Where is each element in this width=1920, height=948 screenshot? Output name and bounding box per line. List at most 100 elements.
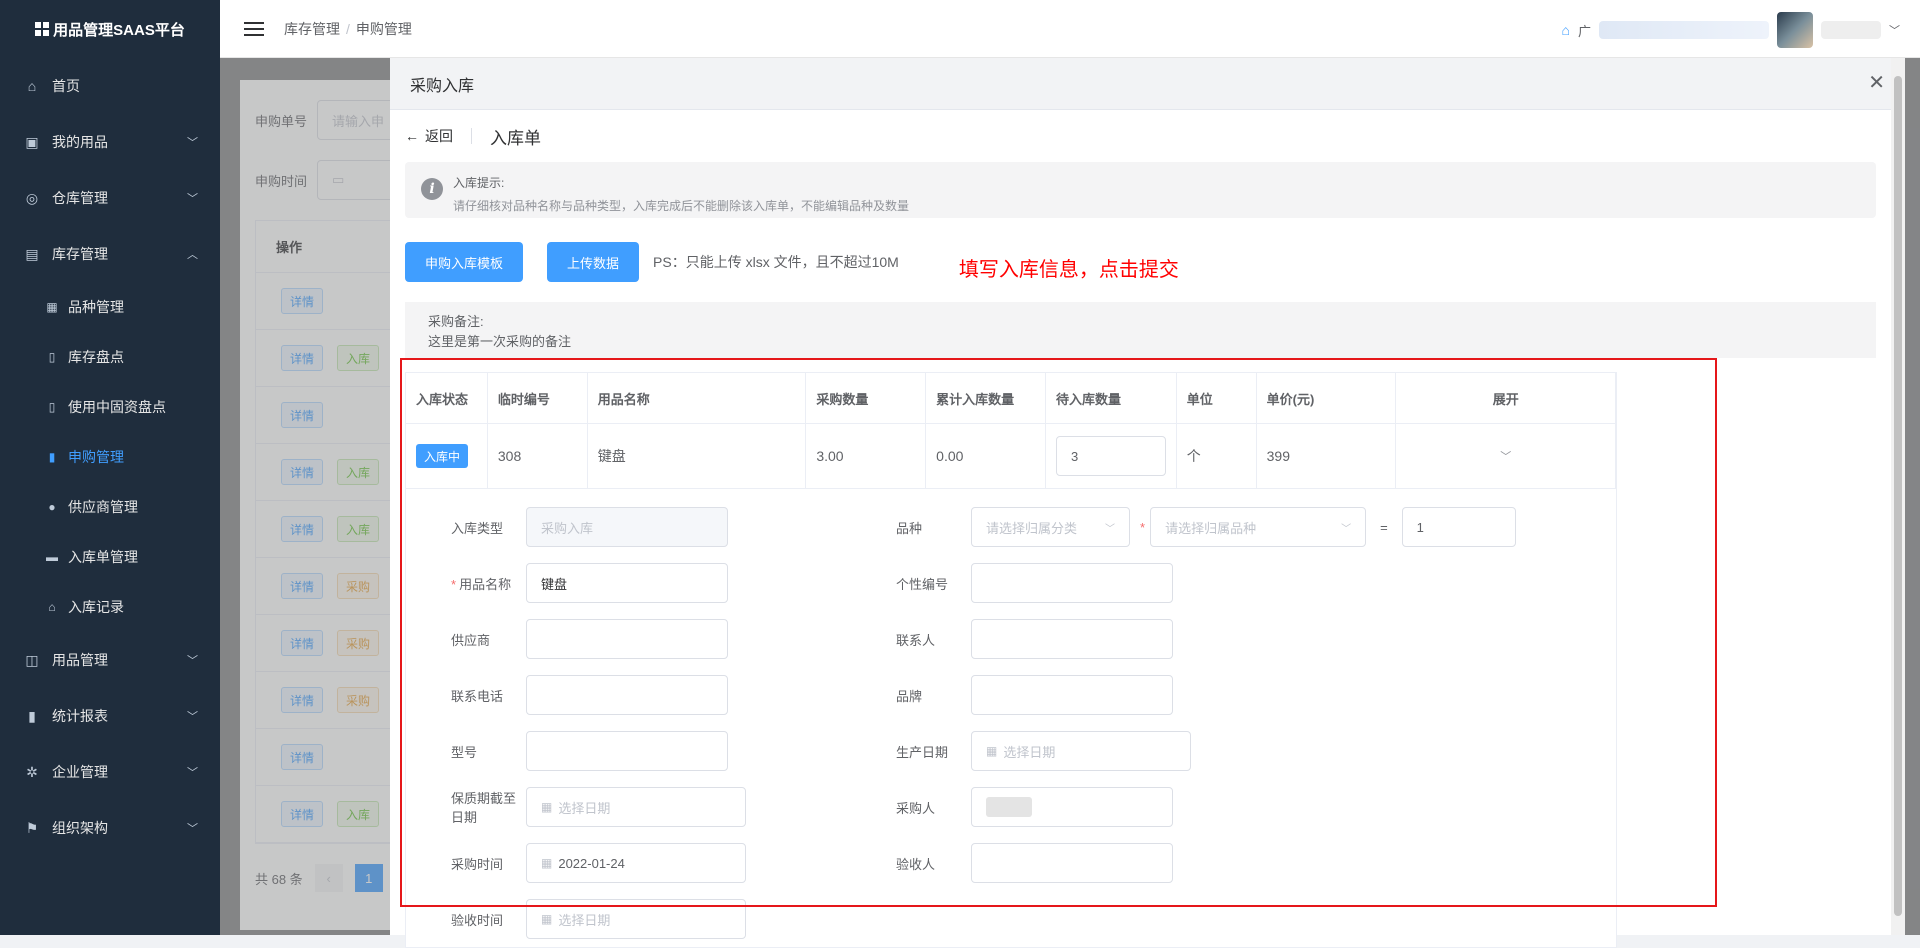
chevron-down-icon[interactable]: ﹀ — [1889, 22, 1900, 38]
sidebar-item-receipt[interactable]: ▬ 入库单管理 — [0, 532, 220, 582]
sidebar-item-label: 企业管理 — [52, 764, 108, 780]
page-button[interactable]: 1 — [354, 864, 383, 892]
sidebar-item-asset-check[interactable]: ▯ 使用中固资盘点 — [0, 382, 220, 432]
page-header: ← 返回 入库单 — [405, 110, 1890, 162]
form-label: 验收时间 — [451, 912, 504, 928]
breadcrumb-item-current: 申购管理 — [355, 20, 412, 37]
breadcrumb-item[interactable]: 库存管理 — [284, 21, 340, 37]
detail-button[interactable]: 详情 — [281, 630, 324, 656]
detail-button[interactable]: 详情 — [281, 744, 324, 770]
stock-in-button[interactable]: 入库 — [337, 345, 380, 371]
stockin-alert: i 入库提示: 请仔细核对品种名称与品种类型，入库完成后不能删除该入库单，不能编… — [405, 162, 1876, 218]
grid-icon — [35, 22, 50, 36]
sidebar-item-stocktake[interactable]: ▯ 库存盘点 — [0, 332, 220, 382]
inbox-icon: ◫ — [25, 651, 39, 668]
home-icon: ⌂ — [48, 600, 56, 614]
database-icon: ◎ — [25, 189, 39, 206]
detail-button[interactable]: 详情 — [281, 288, 324, 314]
upload-hint: PS：只能上传 xlsx 文件，且不超过10M — [653, 254, 899, 270]
user-icon: ● — [48, 500, 56, 514]
drawer-scrollbar[interactable] — [1891, 58, 1905, 935]
detail-button[interactable]: 详情 — [281, 345, 324, 371]
annotation-highlight-box — [400, 358, 1717, 907]
scrollbar-thumb[interactable] — [1894, 76, 1902, 916]
detail-button[interactable]: 详情 — [281, 459, 324, 485]
hamburger-icon[interactable] — [244, 18, 264, 40]
back-button[interactable]: ← 返回 — [405, 126, 453, 146]
avatar[interactable] — [1777, 12, 1813, 48]
blurred-company-text — [1599, 21, 1769, 39]
inventory-submenu: ▦ 品种管理 ▯ 库存盘点 ▯ 使用中固资盘点 ▮ 申购管理 ● 供应商管理 ▬ 入库单管理… — [0, 282, 220, 632]
sidebar-item-warehouse[interactable]: ◎ 仓库管理 ﹀ — [0, 170, 220, 226]
monitor-icon: ▬ — [46, 550, 58, 564]
breadcrumb-separator: / — [346, 20, 350, 37]
sidebar-item-my-items[interactable]: ▣ 我的用品 ﹀ — [0, 114, 220, 170]
page-title: 入库单 — [490, 128, 541, 148]
purchase-button[interactable]: 采购 — [337, 630, 380, 656]
sidebar-item-inventory[interactable]: ▤ 库存管理 ︿ — [0, 226, 220, 282]
sidebar-item-purchase[interactable]: ▮ 申购管理 — [0, 432, 220, 482]
date-range-input[interactable]: ▭ — [317, 160, 398, 200]
chevron-up-icon: ︿ — [187, 249, 198, 261]
detail-button[interactable]: 详情 — [281, 687, 324, 713]
sidebar-item-label: 组织架构 — [52, 820, 108, 836]
sidebar-item-variety[interactable]: ▦ 品种管理 — [0, 282, 220, 332]
alert-text: 请仔细核对品种名称与品种类型，入库完成后不能删除该入库单，不能编辑品种及数量 — [453, 199, 910, 213]
header-user-area: ⌂ 广 ﹀ — [1562, 12, 1900, 48]
sidebar-item-items[interactable]: ◫ 用品管理 ﹀ — [0, 632, 220, 688]
annotation-text: 填写入库信息，点击提交 — [958, 258, 1179, 281]
sidebar-item-label: 首页 — [52, 78, 80, 94]
sidebar-item-label: 入库单管理 — [68, 549, 138, 565]
sidebar-item-records[interactable]: ⌂ 入库记录 — [0, 582, 220, 632]
order-search-input[interactable]: 请输入申 — [317, 100, 398, 140]
purchase-button[interactable]: 采购 — [337, 687, 380, 713]
home-icon[interactable]: ⌂ — [1562, 22, 1570, 38]
sidebar-item-supplier[interactable]: ● 供应商管理 — [0, 482, 220, 532]
sidebar-item-label: 入库记录 — [68, 599, 124, 615]
info-icon: i — [421, 178, 443, 200]
sidebar-item-home[interactable]: ⌂ 首页 — [0, 58, 220, 114]
detail-button[interactable]: 详情 — [281, 801, 324, 827]
stock-in-button[interactable]: 入库 — [337, 516, 380, 542]
drawer-body: ← 返回 入库单 i 入库提示: 请仔细核对品种名称与品种类型，入库完成后不能删除… — [390, 110, 1905, 358]
sidebar-item-label: 使用中固资盘点 — [68, 399, 166, 415]
filter-label: 申购单号 — [255, 113, 308, 129]
sidebar-item-org[interactable]: ⚑ 组织架构 ﹀ — [0, 800, 220, 856]
total-count: 共 68 条 — [255, 871, 303, 887]
bar-chart-icon: ▮ — [28, 707, 36, 724]
sidebar-item-label: 我的用品 — [52, 134, 108, 150]
alert-title: 入库提示: — [453, 176, 505, 190]
breadcrumb: 库存管理 / 申购管理 — [284, 19, 412, 39]
chevron-down-icon: ﹀ — [187, 823, 198, 835]
sidebar-item-reports[interactable]: ▮ 统计报表 ﹀ — [0, 688, 220, 744]
document-icon: ▯ — [48, 350, 56, 364]
filter-label: 申购时间 — [255, 173, 308, 189]
upload-data-button[interactable]: 上传数据 — [547, 242, 640, 282]
detail-button[interactable]: 详情 — [281, 516, 324, 542]
box-icon: ▤ — [25, 245, 39, 262]
purchase-button[interactable]: 采购 — [337, 573, 380, 599]
app-title: 用品管理SAAS平台 — [53, 21, 185, 39]
download-template-button[interactable]: 申购入库模板 — [405, 242, 524, 282]
flag-icon: ⚑ — [25, 819, 39, 836]
stock-in-button[interactable]: 入库 — [337, 801, 380, 827]
remark-text: 这里是第一次采购的备注 — [428, 334, 572, 349]
chevron-down-icon: ﹀ — [187, 767, 198, 779]
grid-icon: ▦ — [46, 300, 58, 314]
close-icon[interactable]: ✕ — [1868, 73, 1885, 93]
drawer-header: 采购入库 — [390, 58, 1905, 110]
upload-actions: 申购入库模板 上传数据 PS：只能上传 xlsx 文件，且不超过10M 填写入库… — [405, 242, 1890, 282]
blurred-username — [1821, 21, 1881, 39]
prev-page-button[interactable]: ‹ — [314, 864, 343, 892]
sidebar-item-label: 库存盘点 — [68, 349, 124, 365]
chevron-down-icon: ﹀ — [187, 193, 198, 205]
bar-chart-icon: ▮ — [48, 450, 56, 464]
bag-icon: ▣ — [25, 133, 39, 150]
date-placeholder: 选择日期 — [558, 912, 611, 928]
stock-in-button[interactable]: 入库 — [337, 459, 380, 485]
sidebar-item-label: 供应商管理 — [68, 499, 138, 515]
detail-button[interactable]: 详情 — [281, 573, 324, 599]
sidebar-item-label: 申购管理 — [68, 449, 124, 465]
detail-button[interactable]: 详情 — [281, 402, 324, 428]
sidebar-item-enterprise[interactable]: ✲ 企业管理 ﹀ — [0, 744, 220, 800]
